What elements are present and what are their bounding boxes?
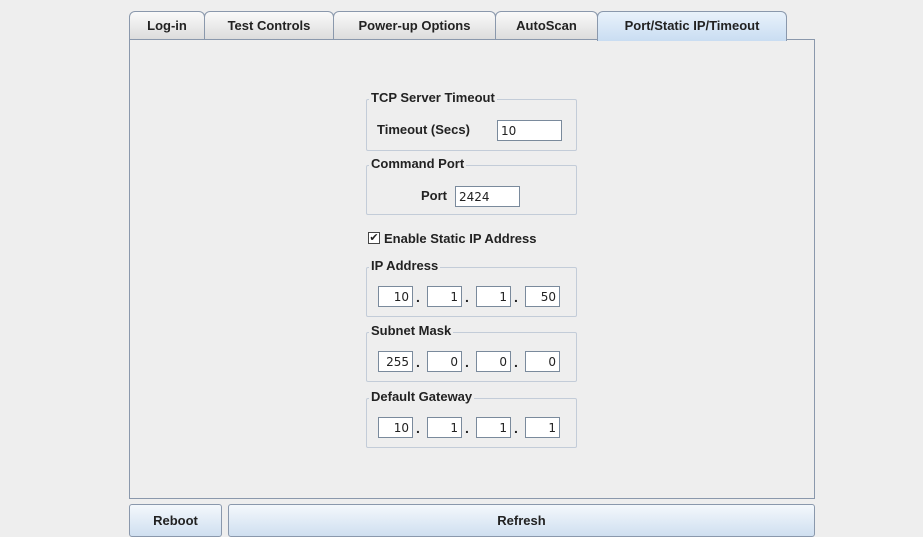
enable-static-ip-label: Enable Static IP Address — [384, 231, 537, 246]
ip-octet-3[interactable] — [476, 286, 511, 307]
ip-dot: . — [514, 289, 518, 305]
reboot-button[interactable]: Reboot — [129, 504, 222, 537]
gateway-dot: . — [514, 420, 518, 436]
gateway-octet-3[interactable] — [476, 417, 511, 438]
refresh-button[interactable]: Refresh — [228, 504, 815, 537]
tab-power-up-options[interactable]: Power-up Options — [333, 11, 496, 39]
ip-octet-4[interactable] — [525, 286, 560, 307]
tab-test-controls[interactable]: Test Controls — [204, 11, 334, 39]
tab-port-static-ip-timeout[interactable]: Port/Static IP/Timeout — [597, 11, 787, 41]
subnet-octet-4[interactable] — [525, 351, 560, 372]
tab-log-in[interactable]: Log-in — [129, 11, 205, 39]
subnet-dot: . — [514, 354, 518, 370]
port-input[interactable] — [455, 186, 520, 207]
ip-octet-1[interactable] — [378, 286, 413, 307]
command-port-group: Command Port Port — [366, 156, 577, 215]
subnet-dot: . — [416, 354, 420, 370]
subnet-mask-group: Subnet Mask . . . — [366, 323, 577, 382]
subnet-octet-3[interactable] — [476, 351, 511, 372]
ip-address-group: IP Address . . . — [366, 258, 577, 317]
settings-panel: TCP Server Timeout Timeout (Secs) Comman… — [129, 39, 815, 499]
subnet-dot: . — [465, 354, 469, 370]
default-gateway-title: Default Gateway — [369, 389, 475, 405]
tcp-server-timeout-title: TCP Server Timeout — [369, 90, 497, 106]
timeout-input[interactable] — [497, 120, 562, 141]
checkbox-checked-icon: ✔ — [368, 232, 380, 244]
command-port-title: Command Port — [369, 156, 467, 172]
tab-autoscan[interactable]: AutoScan — [495, 11, 598, 39]
ip-dot: . — [465, 289, 469, 305]
ip-address-title: IP Address — [369, 258, 441, 274]
gateway-octet-4[interactable] — [525, 417, 560, 438]
default-gateway-group: Default Gateway . . . — [366, 389, 577, 448]
ip-octet-2[interactable] — [427, 286, 462, 307]
gateway-octet-1[interactable] — [378, 417, 413, 438]
subnet-octet-1[interactable] — [378, 351, 413, 372]
gateway-dot: . — [416, 420, 420, 436]
timeout-label: Timeout (Secs) — [377, 122, 470, 137]
subnet-octet-2[interactable] — [427, 351, 462, 372]
gateway-octet-2[interactable] — [427, 417, 462, 438]
ip-dot: . — [416, 289, 420, 305]
tcp-server-timeout-group: TCP Server Timeout Timeout (Secs) — [366, 90, 577, 151]
port-label: Port — [421, 188, 447, 203]
subnet-mask-title: Subnet Mask — [369, 323, 454, 339]
gateway-dot: . — [465, 420, 469, 436]
